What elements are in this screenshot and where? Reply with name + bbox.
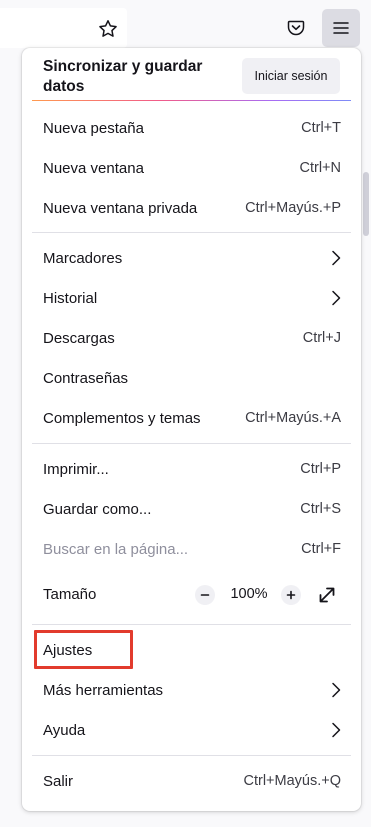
menu-item-label: Guardar como... [43,500,152,518]
chevron-right-icon [332,250,341,266]
menu-item-passwords[interactable]: Contraseñas [22,358,361,398]
menu-item-label: Complementos y temas [43,409,201,427]
plus-icon [286,590,296,600]
menu-item-new-window[interactable]: Nueva ventana Ctrl+N [22,148,361,188]
fullscreen-expand-icon [319,587,335,603]
page-content-edge [0,54,22,827]
menu-item-shortcut: Ctrl+Mayús.+Q [243,773,342,789]
settings-highlight-box [34,630,133,669]
menu-item-label: Imprimir... [43,460,109,478]
zoom-out-button[interactable] [195,585,215,605]
menu-separator [32,755,351,756]
sign-in-button[interactable]: Iniciar sesión [242,58,340,94]
menu-item-shortcut: Ctrl+Mayús.+A [245,410,341,426]
menu-item-help[interactable]: Ayuda [22,710,361,750]
sync-title: Sincronizar y guardar datos [43,58,203,95]
menu-item-shortcut: Ctrl+J [302,330,341,346]
menu-separator [32,624,351,625]
menu-item-addons-themes[interactable]: Complementos y temas Ctrl+Mayús.+A [22,398,361,438]
minus-icon [200,594,210,596]
menu-item-label: Descargas [43,329,115,347]
pocket-icon [287,20,305,36]
menu-separator [32,443,351,444]
menu-item-history[interactable]: Historial [22,278,361,318]
hamburger-menu-icon [333,22,349,34]
menu-item-label: Buscar en la página... [43,540,189,558]
chevron-right-icon [332,682,341,698]
menu-item-label: Nueva ventana privada [43,199,198,217]
menu-item-new-tab[interactable]: Nueva pestaña Ctrl+T [22,108,361,148]
menu-item-shortcut: Ctrl+P [300,461,341,477]
menu-item-shortcut: Ctrl+N [299,160,342,176]
menu-item-label: Ayuda [43,721,86,739]
open-menu-button[interactable] [322,9,360,47]
menu-item-shortcut: Ctrl+S [300,501,341,517]
menu-item-label: Marcadores [43,249,123,267]
page-scrollbar-track[interactable] [361,54,371,827]
page-scrollbar-thumb[interactable] [363,172,369,236]
menu-item-label: Contraseñas [43,369,129,387]
chevron-right-icon [332,290,341,306]
menu-item-label: Historial [43,289,98,307]
pocket-button[interactable] [277,9,315,47]
fullscreen-button[interactable] [317,585,337,605]
menu-item-print[interactable]: Imprimir... Ctrl+P [22,449,361,489]
sync-gradient-divider [32,100,351,101]
menu-item-label: Nueva ventana [43,159,144,177]
navigation-toolbar [0,0,371,54]
menu-item-save-as[interactable]: Guardar como... Ctrl+S [22,489,361,529]
app-menu-panel: Sincronizar y guardar datos Iniciar sesi… [22,48,361,811]
menu-item-zoom: Tamaño 100% [22,574,361,614]
menu-item-shortcut: Ctrl+Mayús.+P [245,200,341,216]
zoom-controls: 100% [193,574,343,614]
menu-item-label: Más herramientas [43,681,164,699]
sync-section: Sincronizar y guardar datos Iniciar sesi… [22,48,361,102]
menu-item-more-tools[interactable]: Más herramientas [22,670,361,710]
menu-item-shortcut: Ctrl+F [301,541,341,557]
zoom-in-button[interactable] [281,585,301,605]
menu-item-downloads[interactable]: Descargas Ctrl+J [22,318,361,358]
menu-item-bookmarks[interactable]: Marcadores [22,238,361,278]
zoom-reset-button[interactable]: 100% [226,586,272,602]
menu-item-new-private-window[interactable]: Nueva ventana privada Ctrl+Mayús.+P [22,188,361,228]
menu-item-find-in-page[interactable]: Buscar en la página... Ctrl+F [22,529,361,569]
menu-item-exit[interactable]: Salir Ctrl+Mayús.+Q [22,761,361,801]
menu-item-label: Tamaño [43,585,97,603]
menu-item-label: Nueva pestaña [43,119,144,137]
chevron-right-icon [332,722,341,738]
star-icon [99,20,117,37]
menu-separator [32,232,351,233]
bookmark-star-button[interactable] [89,10,127,48]
menu-item-shortcut: Ctrl+T [301,120,341,136]
menu-item-label: Salir [43,772,74,790]
